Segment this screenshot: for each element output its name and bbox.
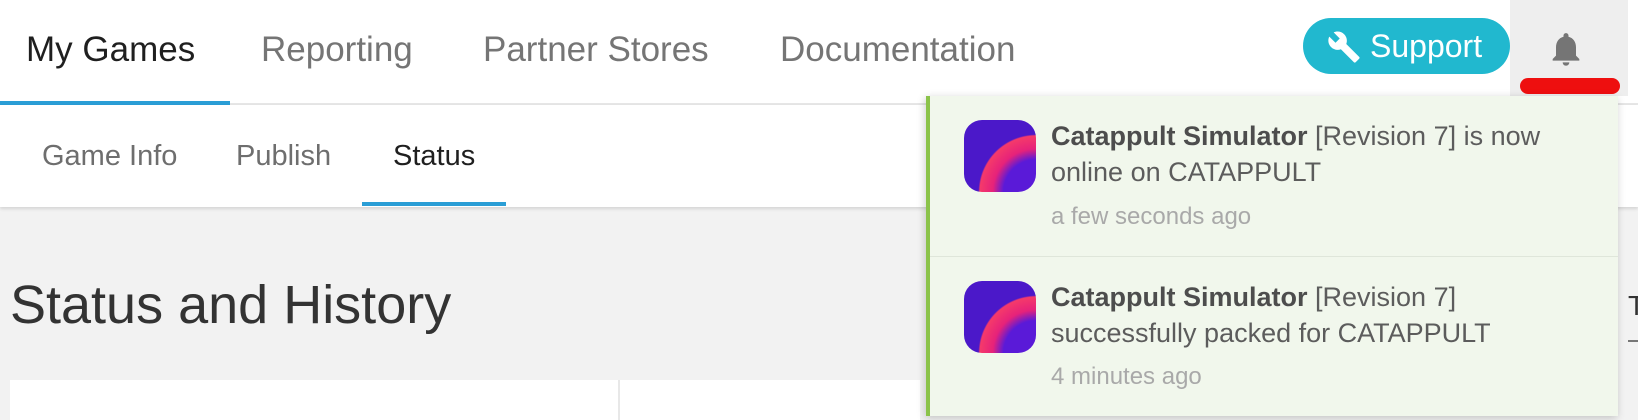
notification-message: Catappult Simulator [Revision 7] success… [1051,279,1591,351]
notification-message: Catappult Simulator [Revision 7] is now … [1051,118,1591,190]
app-icon [964,281,1036,353]
notifications-button[interactable] [1510,0,1628,96]
notification-item[interactable]: Catappult Simulator [Revision 7] is now … [930,96,1618,257]
notification-alert-mark [1520,78,1620,94]
support-button[interactable]: Support [1303,18,1510,74]
history-card [10,380,620,420]
bell-icon [1552,33,1580,66]
active-subtab-indicator [362,202,506,206]
page-title: Status and History [10,275,452,335]
subtab-publish[interactable]: Publish [236,105,331,207]
wrench-icon [1328,31,1360,63]
tab-reporting[interactable]: Reporting [261,0,413,105]
notifications-dropdown: Catappult Simulator [Revision 7] is now … [926,96,1618,416]
support-label: Support [1370,28,1483,64]
notification-app-name: Catappult Simulator [1051,121,1308,151]
notification-time: 4 minutes ago [1051,363,1202,390]
top-navigation: My Games Reporting Partner Stores Docume… [0,0,1638,105]
history-card-secondary [620,380,920,420]
notification-time: a few seconds ago [1051,203,1252,230]
partial-text: T [1628,290,1638,321]
app-icon [964,120,1036,192]
tab-documentation[interactable]: Documentation [780,0,1015,105]
partial-divider [1628,340,1638,342]
subtab-game-info[interactable]: Game Info [42,105,177,207]
notification-item[interactable]: Catappult Simulator [Revision 7] success… [930,257,1618,417]
notification-app-name: Catappult Simulator [1051,282,1308,312]
tab-partner-stores[interactable]: Partner Stores [483,0,709,105]
subtab-status[interactable]: Status [393,105,475,207]
tab-my-games[interactable]: My Games [26,0,195,105]
